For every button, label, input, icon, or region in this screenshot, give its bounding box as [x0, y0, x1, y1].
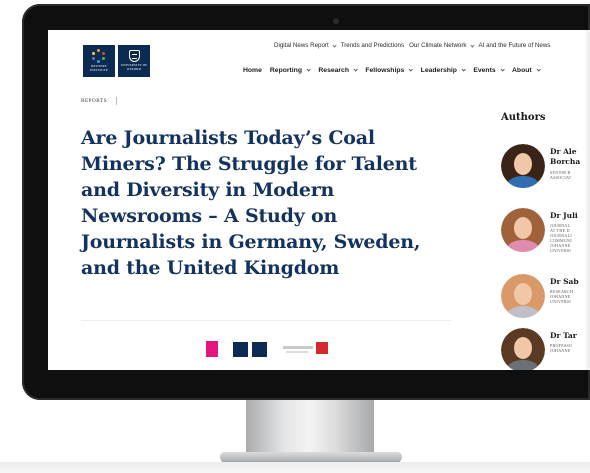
screen-edge-shade [584, 30, 590, 370]
oxford-logo[interactable]: UNIVERSITY OF OXFORD [118, 45, 150, 77]
topnav-item-label: Trends and Predictions [340, 42, 405, 49]
nav-item-label: Events [473, 67, 496, 74]
reuters-dots-icon [92, 49, 106, 64]
topnav-item-label: Our Climate Network [409, 42, 467, 49]
avatar [501, 328, 545, 370]
avatar-face [514, 217, 532, 239]
partner-logo-text-line [283, 346, 313, 349]
avatar-face [514, 337, 532, 359]
nav-item-label: Research [318, 67, 349, 74]
reuters-logo-text: REUTERS INSTITUTE [89, 64, 109, 72]
oxford-logo-text: UNIVERSITY OF OXFORD [120, 63, 148, 71]
topnav-trends-predictions[interactable]: Trends and Predictions [341, 42, 409, 49]
breadcrumb: REPORTS [81, 97, 117, 105]
topnav-climate-network[interactable]: Our Climate Network [409, 42, 478, 49]
chevron-down-icon [461, 67, 467, 72]
avatar-face [514, 153, 532, 175]
avatar-body [507, 306, 539, 318]
nav-item-label: Leadership [420, 67, 457, 74]
top-navigation: Digital News Report Trends and Predictio… [274, 42, 550, 49]
topnav-ai-future-news[interactable]: AI and the Future of News [479, 42, 551, 49]
topnav-item-label: Digital News Report [274, 42, 329, 49]
avatar [501, 274, 545, 318]
chevron-down-icon [469, 42, 475, 48]
floor-shadow [0, 462, 590, 473]
nav-fellowships[interactable]: Fellowships [365, 67, 414, 74]
nav-item-label: Reporting [269, 67, 302, 74]
chevron-down-icon [499, 67, 505, 72]
topnav-item-label: AI and the Future of News [478, 42, 551, 49]
nav-reporting[interactable]: Reporting [269, 67, 312, 74]
nav-events[interactable]: Events [473, 67, 505, 74]
content-divider [81, 320, 451, 321]
main-navigation: Home Reporting Research Fellowships Lead… [243, 67, 548, 74]
browser-screen: REUTERS INSTITUTE UNIVERSITY OF OXFORD D… [48, 30, 590, 370]
author-card[interactable]: Dr Tar PROFESSO JOHANNE [501, 328, 590, 370]
partner-logo-pink [206, 341, 218, 357]
avatar [501, 208, 545, 252]
breadcrumb-divider [115, 97, 117, 105]
partner-logo-reuters [233, 342, 248, 357]
partner-logo-red [316, 342, 328, 354]
avatar-body [507, 176, 539, 188]
partner-logo-text-line [286, 351, 308, 353]
nav-item-label: Fellowships [365, 67, 405, 74]
avatar-body [507, 240, 539, 252]
page-title: Are Journalists Today’s Coal Miners? The… [81, 127, 421, 279]
chevron-down-icon [306, 67, 312, 72]
breadcrumb-reports-link[interactable]: REPORTS [81, 98, 107, 104]
topnav-digital-news-report[interactable]: Digital News Report [274, 42, 341, 49]
avatar [501, 144, 545, 188]
oxford-crest-icon [128, 50, 140, 63]
avatar-face [514, 283, 532, 305]
author-card[interactable]: Dr Sab RESEARCH JOHANNE UNIVERSI [501, 274, 590, 320]
nav-about[interactable]: About [512, 67, 541, 74]
chevron-down-icon [353, 67, 359, 72]
nav-item-label: Home [243, 67, 262, 74]
author-card[interactable]: Dr Ale Borcha SENIOR R ASSOCIAT [501, 144, 590, 190]
chevron-down-icon [332, 42, 337, 48]
author-card[interactable]: Dr Juli JOURNAL AT THE D JOURNALI COMMUN… [501, 208, 590, 254]
nav-item-label: About [512, 67, 532, 74]
monitor-stand [246, 400, 374, 456]
nav-leadership[interactable]: Leadership [420, 67, 467, 74]
reuters-institute-logo[interactable]: REUTERS INSTITUTE [83, 45, 115, 77]
chevron-down-icon [535, 67, 541, 72]
partner-logo-oxford [252, 342, 267, 357]
nav-research[interactable]: Research [318, 67, 359, 74]
nav-home[interactable]: Home [243, 67, 262, 74]
webcam-icon [333, 18, 339, 24]
authors-heading: Authors [501, 112, 546, 123]
chevron-down-icon [408, 67, 414, 72]
